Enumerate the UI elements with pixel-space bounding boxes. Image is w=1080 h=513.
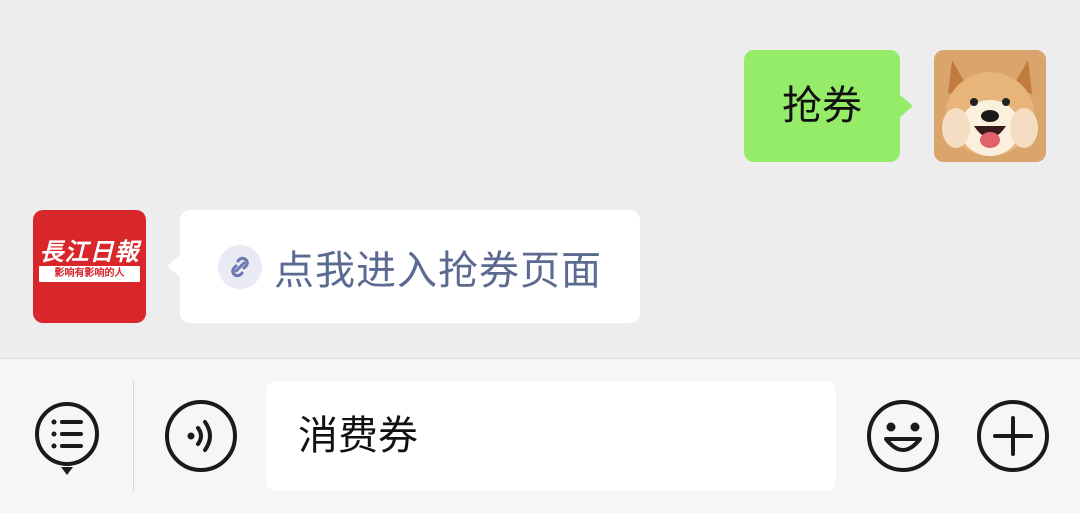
voice-icon[interactable] [164,399,238,477]
sender-logo: 長江日報 [39,237,140,266]
received-message-bubble[interactable]: 点我进入抢券页面 [167,210,640,323]
sent-message-text: 抢券 [782,83,862,129]
shiba-dog-avatar-icon [934,50,1046,162]
received-message-row: 長江日報 影响有影响的人 点我进入抢券页面 [33,210,640,323]
smiley-icon[interactable] [866,399,940,477]
plus-icon[interactable] [976,399,1050,477]
bar-divider [133,381,134,491]
user-avatar[interactable] [934,50,1046,162]
sent-message-bubble[interactable]: 抢券 [744,50,913,162]
list-menu-icon[interactable] [34,401,100,481]
link-icon [218,244,262,289]
mini-program-link[interactable]: 点我进入抢券页面 [274,238,602,296]
sender-slogan: 影响有影响的人 [54,268,125,279]
message-input-value: 消费券 [298,413,418,459]
chat-area: 抢券 長江日報 影响有影响的人 点我进入抢券页面 [0,0,1080,358]
sent-message-row: 抢券 [744,50,1046,162]
message-input[interactable]: 消费券 [266,381,836,491]
input-bar: 消费券 [0,358,1080,513]
sender-avatar[interactable]: 長江日報 影响有影响的人 [33,210,146,323]
